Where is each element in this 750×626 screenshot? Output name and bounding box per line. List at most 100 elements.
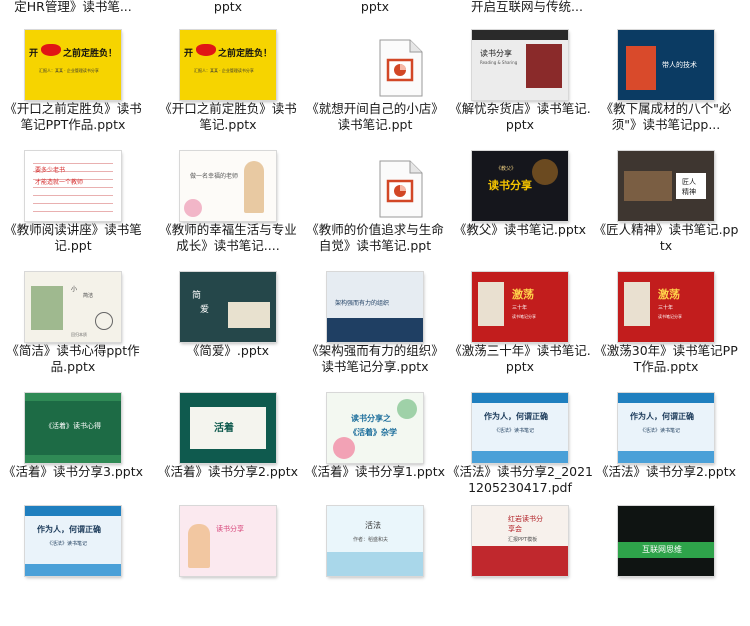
- book-cover-image: [626, 46, 656, 90]
- file-thumbnail[interactable]: 作为人，何谓正确 《活法》读书笔记: [472, 393, 568, 463]
- thumb-header-bar: [472, 30, 568, 40]
- thumb-title: 要多少老书: [35, 167, 66, 174]
- file-item[interactable]: 简爱《简爱》.pptx: [155, 264, 301, 384]
- file-item[interactable]: 作为人，何谓正确 《活法》读书笔记: [0, 506, 146, 626]
- file-item[interactable]: 小简洁 回归本质 《简洁》读书心得ppt作品.pptx: [0, 264, 146, 384]
- watercolor-band: [327, 552, 423, 576]
- file-name-label[interactable]: 《教下属成材的八个"必须"》读书笔记pp...: [593, 101, 739, 133]
- thumb-subtitle: 精神: [682, 188, 696, 196]
- file-thumbnail[interactable]: 读书分享 Reading & Sharing: [472, 30, 568, 100]
- leaf-border-bottom: [25, 455, 121, 463]
- file-name-label[interactable]: 《教师的价值追求与生命自觉》读书笔记.ppt: [302, 222, 448, 254]
- file-thumbnail[interactable]: 《教父》 读书分享: [472, 151, 568, 221]
- thumb-title: 之前定胜负！: [63, 49, 118, 59]
- thumb-title: 作为人，何谓正确: [484, 412, 548, 421]
- thumb-title: 匠人: [682, 178, 696, 186]
- file-thumbnail[interactable]: 架构强而有力的组织: [327, 272, 423, 342]
- file-name-label[interactable]: 《就想开间自己的小店》读书笔记.ppt: [302, 101, 448, 133]
- file-item[interactable]: 做一名幸福的老师 《教师的幸福生活与专业成长》读书笔记....: [155, 143, 301, 263]
- file-item[interactable]: 架构强而有力的组织 《架构强而有力的组织》读书笔记分享.pptx: [302, 264, 448, 384]
- file-thumbnail[interactable]: 作为人，何谓正确 《活法》读书笔记: [618, 393, 714, 463]
- file-item[interactable]: 读书分享: [155, 506, 301, 626]
- file-thumbnail[interactable]: 读书分享: [180, 506, 276, 576]
- bottom-band: [618, 451, 714, 463]
- file-thumbnail[interactable]: 激荡 三十年 读书笔记分享: [618, 272, 714, 342]
- lamp-image: [532, 159, 558, 185]
- file-item[interactable]: 《就想开间自己的小店》读书笔记.ppt: [302, 22, 448, 142]
- file-item[interactable]: 激荡 三十年 读书笔记分享 《激荡30年》读书笔记PPT作品.pptx: [593, 264, 739, 384]
- file-thumbnail[interactable]: 活着: [180, 393, 276, 463]
- file-item[interactable]: 作为人，何谓正确 《活法》读书笔记 《活法》读书分享2.pptx: [593, 385, 739, 505]
- file-item[interactable]: 带人的技术 《教下属成材的八个"必须"》读书笔记pp...: [593, 22, 739, 142]
- top-file-4-label[interactable]: 开启互联网与传统...: [447, 0, 607, 14]
- file-thumbnail[interactable]: 《活着》读书心得: [25, 393, 121, 463]
- thumb-caption: 回归本质: [71, 332, 87, 337]
- thumb-caption: 汇报PPT模板: [508, 537, 538, 543]
- thumb-title: 激荡: [658, 288, 680, 301]
- file-item[interactable]: 《教师的价值追求与生命自觉》读书笔记.ppt: [302, 143, 448, 263]
- thumb-subtitle: 《活法》读书笔记: [640, 428, 681, 434]
- file-name-label[interactable]: 《教父》读书笔记.pptx: [447, 222, 593, 238]
- file-item[interactable]: 匠人精神《匠人精神》读书笔记.pptx: [593, 143, 739, 263]
- file-name-label[interactable]: 《开口之前定胜负》读书笔记PPT作品.pptx: [0, 101, 146, 133]
- file-thumbnail[interactable]: [327, 151, 423, 221]
- file-thumbnail[interactable]: 活法 作者：稻盛和夫: [327, 506, 423, 576]
- file-thumbnail[interactable]: 带人的技术: [618, 30, 714, 100]
- file-item[interactable]: 红岩读书分 享会 汇报PPT模板: [447, 506, 593, 626]
- top-file-1-label[interactable]: 定HR管理》读书笔...: [0, 0, 146, 14]
- file-item[interactable]: 作为人，何谓正确 《活法》读书笔记 《活法》读书分享2_20211205230417…: [447, 385, 593, 505]
- leaf-border: [25, 393, 121, 401]
- file-thumbnail[interactable]: 小简洁 回归本质: [25, 272, 121, 342]
- plant-image: [31, 286, 63, 330]
- thumb-title: 活着: [214, 423, 234, 434]
- file-thumbnail[interactable]: 简爱: [180, 272, 276, 342]
- file-name-label[interactable]: 《活法》读书分享2.pptx: [593, 464, 739, 480]
- file-name-label[interactable]: 《教师阅读讲座》读书笔记.ppt: [0, 222, 146, 254]
- file-thumbnail[interactable]: 匠人 精神: [618, 151, 714, 221]
- top-row: 定HR管理》读书笔... pptx pptx 开启互联网与传统...: [0, 0, 750, 20]
- file-thumbnail[interactable]: [327, 30, 423, 100]
- thumb-title: 激荡: [512, 288, 534, 301]
- file-item[interactable]: 《教父》 读书分享 《教父》读书笔记.pptx: [447, 143, 593, 263]
- book-image: [228, 302, 270, 328]
- file-name-label[interactable]: 《匠人精神》读书笔记.pptx: [593, 222, 739, 254]
- top-file-3-label[interactable]: pptx: [302, 0, 448, 14]
- file-item[interactable]: 《活着》读书心得 《活着》读书分享3.pptx: [0, 385, 146, 505]
- file-name-label[interactable]: 《激荡三十年》读书笔记.pptx: [447, 343, 593, 375]
- file-item[interactable]: 读书分享之 《活着》杂学 《活着》读书分享1.pptx: [302, 385, 448, 505]
- file-name-label[interactable]: 《教师的幸福生活与专业成长》读书笔记....: [155, 222, 301, 254]
- file-name-label[interactable]: 《活着》读书分享3.pptx: [0, 464, 146, 480]
- file-item[interactable]: 读书分享 Reading & Sharing 《解忧杂货店》读书笔记.pptx: [447, 22, 593, 142]
- file-name-label[interactable]: 《解忧杂货店》读书笔记.pptx: [447, 101, 593, 133]
- file-item[interactable]: 互联网思维: [593, 506, 739, 626]
- file-thumbnail[interactable]: 要多少老书才能造就一个教师: [25, 151, 121, 221]
- file-item[interactable]: 开 之前定胜负！ 汇报人：某某 · 企业管理读书分享 《开口之前定胜负》读书笔记PPT…: [0, 22, 146, 142]
- file-name-label[interactable]: 《简洁》读书心得ppt作品.pptx: [0, 343, 146, 375]
- file-item[interactable]: 活着《活着》读书分享2.pptx: [155, 385, 301, 505]
- file-item[interactable]: 激荡 三十年 读书笔记分享 《激荡三十年》读书笔记.pptx: [447, 264, 593, 384]
- thumb-subtitle: Reading & Sharing: [480, 60, 518, 65]
- file-name-label[interactable]: 《开口之前定胜负》读书笔记.pptx: [155, 101, 301, 133]
- top-band: [472, 393, 568, 403]
- file-name-label[interactable]: 《简爱》.pptx: [155, 343, 301, 359]
- thumb-subtitle: 汇报人：某某 · 企业管理读书分享: [39, 68, 99, 73]
- file-name-label[interactable]: 《活着》读书分享2.pptx: [155, 464, 301, 480]
- file-thumbnail[interactable]: 开 之前定胜负！ 汇报人：某某 · 企业管理读书分享: [180, 30, 276, 100]
- file-thumbnail[interactable]: 做一名幸福的老师: [180, 151, 276, 221]
- file-thumbnail[interactable]: 读书分享之 《活着》杂学: [327, 393, 423, 463]
- thumb-subtitle: 才能造就一个教师: [35, 179, 84, 186]
- file-thumbnail[interactable]: 红岩读书分 享会 汇报PPT模板: [472, 506, 568, 576]
- file-item[interactable]: 活法 作者：稻盛和夫: [302, 506, 448, 626]
- file-thumbnail[interactable]: 作为人，何谓正确 《活法》读书笔记: [25, 506, 121, 576]
- file-thumbnail[interactable]: 开 之前定胜负！ 汇报人：某某 · 企业管理读书分享: [25, 30, 121, 100]
- file-name-label[interactable]: 《架构强而有力的组织》读书笔记分享.pptx: [302, 343, 448, 375]
- file-name-label[interactable]: 《活着》读书分享1.pptx: [302, 464, 448, 480]
- file-name-label[interactable]: 《活法》读书分享2_20211205230417.pdf: [447, 464, 593, 496]
- file-thumbnail[interactable]: 互联网思维: [618, 506, 714, 576]
- top-file-2-label[interactable]: pptx: [155, 0, 301, 14]
- file-item[interactable]: 要多少老书才能造就一个教师《教师阅读讲座》读书笔记.ppt: [0, 143, 146, 263]
- file-item[interactable]: 开 之前定胜负！ 汇报人：某某 · 企业管理读书分享 《开口之前定胜负》读书笔记.pp…: [155, 22, 301, 142]
- file-thumbnail[interactable]: 激荡 三十年 读书笔记分享: [472, 272, 568, 342]
- file-name-label[interactable]: 《激荡30年》读书笔记PPT作品.pptx: [593, 343, 739, 375]
- thumb-subtitle: 《活着》杂学: [349, 428, 397, 437]
